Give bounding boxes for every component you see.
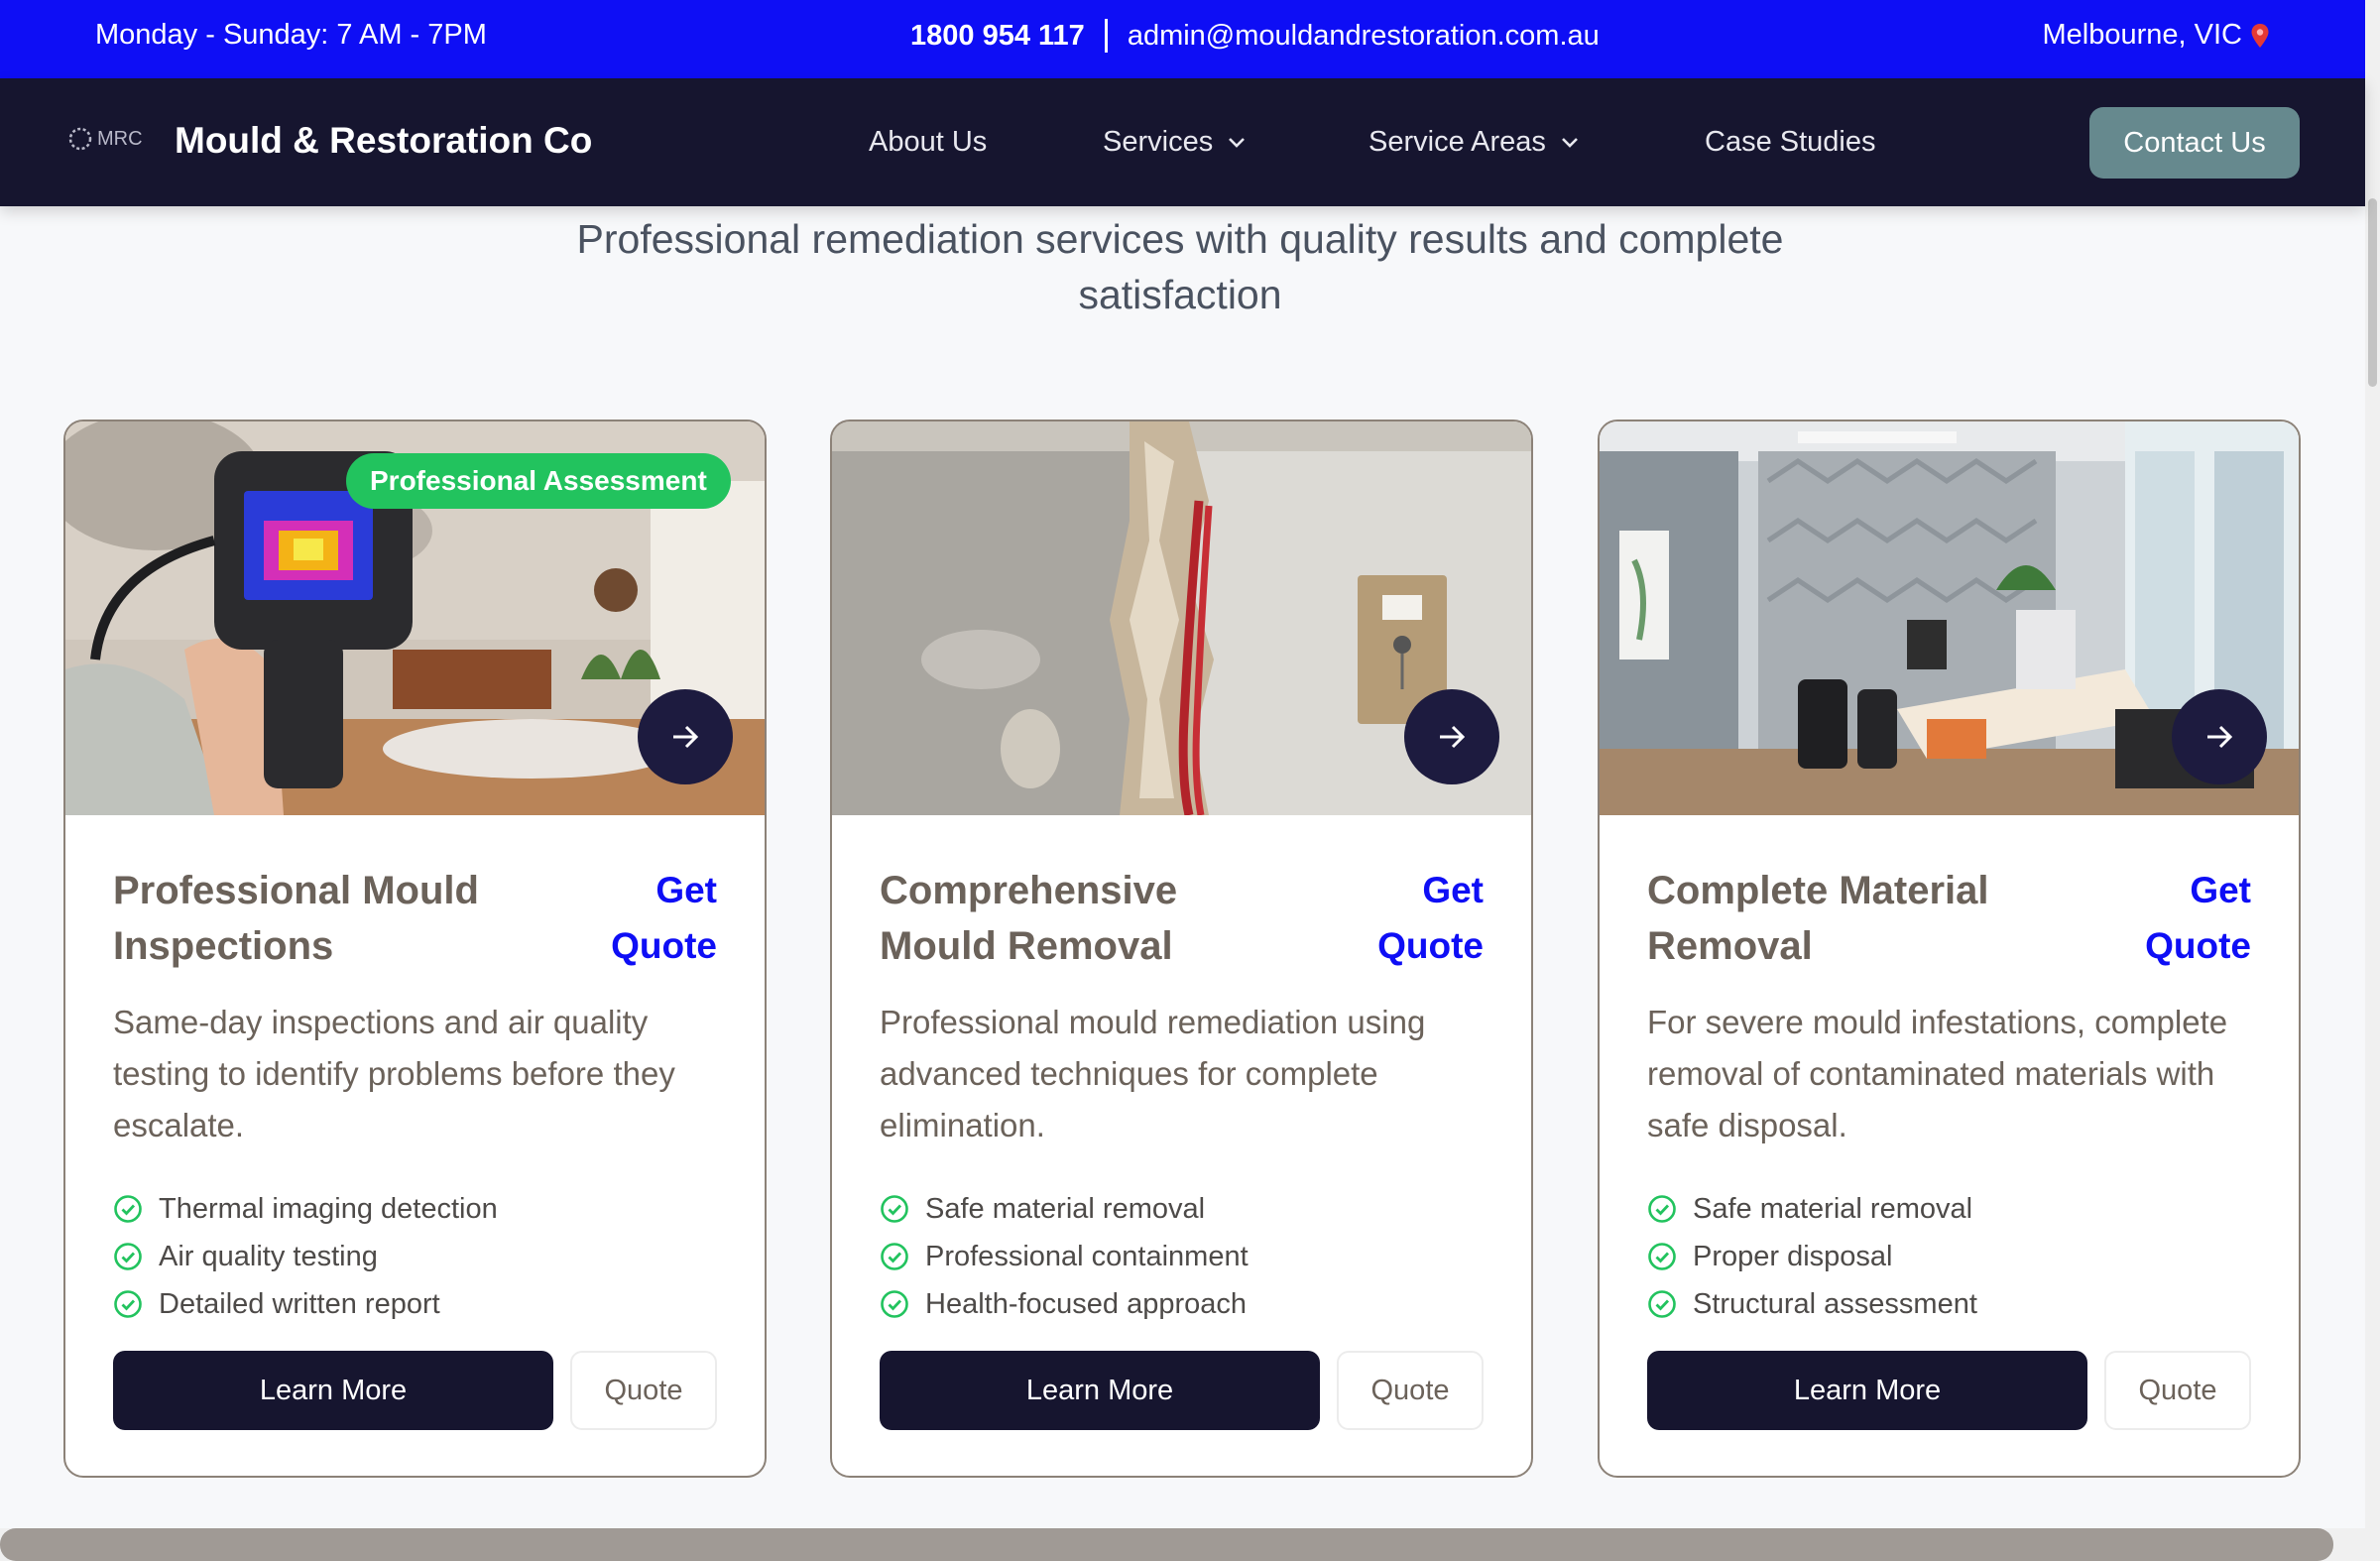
feature-label: Detailed written report	[159, 1287, 440, 1320]
service-card-mould-removal: Comprehensive Mould Removal Get Quote Pr…	[830, 420, 1533, 1478]
feature-label: Professional containment	[925, 1240, 1249, 1272]
brand-name[interactable]: Mould & Restoration Co	[175, 120, 592, 162]
feature-item: Thermal imaging detection	[113, 1185, 498, 1233]
check-circle-icon	[114, 1195, 142, 1223]
pin-icon	[2251, 23, 2269, 48]
feature-label: Proper disposal	[1693, 1240, 1893, 1272]
feature-label: Air quality testing	[159, 1240, 378, 1272]
feature-item: Health-focused approach	[880, 1280, 1249, 1328]
nav-label: About Us	[869, 126, 988, 158]
feature-item: Professional containment	[880, 1233, 1249, 1280]
service-card-inspections: Professional Assessment Professional Mou…	[63, 420, 767, 1478]
nav-about-us[interactable]: About Us	[869, 126, 987, 159]
check-circle-icon	[114, 1243, 142, 1270]
nav-label: Service Areas	[1368, 126, 1546, 158]
divider	[1104, 19, 1108, 53]
card-image	[832, 421, 1531, 815]
vertical-scrollbar[interactable]	[2365, 0, 2380, 1561]
get-quote-link[interactable]: Get Quote	[558, 863, 717, 974]
check-circle-icon	[881, 1290, 908, 1318]
card-title: Professional Mould Inspections	[113, 869, 479, 968]
check-circle-icon	[881, 1195, 908, 1223]
feature-item: Structural assessment	[1647, 1280, 1977, 1328]
top-info-bar: Monday - Sunday: 7 AM - 7PM 1800 954 117…	[0, 0, 2365, 78]
quote-button[interactable]: Quote	[1337, 1351, 1484, 1430]
feature-label: Safe material removal	[925, 1192, 1206, 1225]
quote-button[interactable]: Quote	[570, 1351, 717, 1430]
feature-item: Proper disposal	[1647, 1233, 1977, 1280]
check-circle-icon	[114, 1290, 142, 1318]
vertical-scrollbar-thumb[interactable]	[2368, 198, 2377, 387]
check-circle-icon	[1648, 1290, 1676, 1318]
card-title: Complete Material Removal	[1647, 869, 1989, 968]
feature-label: Structural assessment	[1693, 1287, 1977, 1320]
main-navigation: MRC Mould & Restoration Co About Us Serv…	[0, 78, 2365, 206]
quote-button[interactable]: Quote	[2104, 1351, 2251, 1430]
logo[interactable]: MRC	[67, 126, 143, 152]
horizontal-scrollbar[interactable]	[0, 1528, 2365, 1561]
check-circle-icon	[881, 1243, 908, 1270]
feature-label: Safe material removal	[1693, 1192, 1973, 1225]
horizontal-scrollbar-thumb[interactable]	[0, 1528, 2333, 1561]
feature-label: Thermal imaging detection	[159, 1192, 498, 1225]
feature-label: Health-focused approach	[925, 1287, 1248, 1320]
nav-label: Services	[1103, 126, 1214, 158]
card-arrow-button[interactable]	[638, 689, 733, 784]
assessment-badge: Professional Assessment	[346, 453, 731, 509]
get-quote-link[interactable]: Get Quote	[1325, 863, 1484, 974]
feature-item: Safe material removal	[880, 1185, 1249, 1233]
contact-info: 1800 954 117 admin@mouldandrestoration.c…	[910, 19, 1600, 53]
contact-us-button[interactable]: Contact Us	[2089, 107, 2300, 179]
nav-services[interactable]: Services	[1103, 126, 1247, 159]
card-image: Professional Assessment	[65, 421, 765, 815]
arrow-right-icon	[1440, 725, 1466, 749]
get-quote-link[interactable]: Get Quote	[2092, 863, 2251, 974]
location-text: Melbourne, VIC	[2042, 19, 2243, 51]
logo-icon	[68, 127, 92, 151]
feature-item: Air quality testing	[113, 1233, 498, 1280]
chevron-down-icon	[1229, 137, 1246, 148]
service-card-material-removal: Complete Material Removal Get Quote For …	[1598, 420, 2301, 1478]
card-description: Same-day inspections and air quality tes…	[113, 1004, 675, 1143]
arrow-right-icon	[2207, 725, 2233, 749]
nav-service-areas[interactable]: Service Areas	[1368, 126, 1580, 159]
learn-more-button[interactable]: Learn More	[880, 1351, 1320, 1430]
nav-label: Case Studies	[1705, 126, 1876, 158]
card-description: Professional mould remediation using adv…	[880, 1004, 1426, 1143]
location: Melbourne, VIC	[2043, 19, 2271, 52]
logo-text: MRC	[97, 127, 143, 150]
chevron-down-icon	[1562, 137, 1578, 148]
business-hours: Monday - Sunday: 7 AM - 7PM	[95, 19, 487, 51]
learn-more-button[interactable]: Learn More	[113, 1351, 553, 1430]
feature-list: Thermal imaging detection Air quality te…	[113, 1185, 498, 1328]
feature-item: Safe material removal	[1647, 1185, 1977, 1233]
card-arrow-button[interactable]	[2172, 689, 2267, 784]
card-title: Comprehensive Mould Removal	[880, 869, 1178, 968]
feature-list: Safe material removal Proper disposal St…	[1647, 1185, 1977, 1328]
card-arrow-button[interactable]	[1404, 689, 1499, 784]
learn-more-button[interactable]: Learn More	[1647, 1351, 2087, 1430]
card-image	[1600, 421, 2299, 815]
feature-list: Safe material removal Professional conta…	[880, 1185, 1249, 1328]
email-link[interactable]: admin@mouldandrestoration.com.au	[1128, 20, 1600, 53]
check-circle-icon	[1648, 1243, 1676, 1270]
feature-item: Detailed written report	[113, 1280, 498, 1328]
arrow-right-icon	[673, 725, 699, 749]
nav-case-studies[interactable]: Case Studies	[1705, 126, 1876, 159]
phone-link[interactable]: 1800 954 117	[910, 20, 1085, 53]
card-description: For severe mould infestations, complete …	[1647, 1004, 2228, 1143]
section-subtitle: Professional remediation services with q…	[576, 216, 1784, 317]
check-circle-icon	[1648, 1195, 1676, 1223]
